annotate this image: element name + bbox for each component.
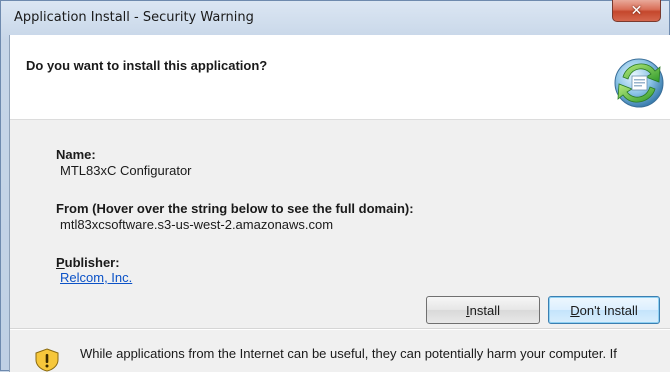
security-warning-text: While applications from the Internet can… (80, 346, 617, 361)
dont-install-button[interactable]: Don't Install (548, 296, 660, 324)
close-button[interactable]: ✕ (612, 0, 661, 22)
application-install-icon (614, 58, 664, 108)
close-icon: ✕ (630, 2, 643, 19)
warning-shield-icon (35, 348, 59, 372)
window-title: Application Install - Security Warning (14, 10, 254, 25)
name-label: Name: (56, 147, 96, 162)
security-warning-dialog: Application Install - Security Warning ✕… (0, 0, 670, 372)
install-button[interactable]: Install (426, 296, 540, 324)
name-value: MTL83xC Configurator (60, 163, 192, 178)
install-question: Do you want to install this application? (26, 58, 268, 73)
from-label: From (Hover over the string below to see… (56, 201, 414, 216)
dialog-body: Do you want to install this application? (9, 35, 670, 372)
footer-divider-highlight (10, 329, 670, 330)
publisher-link[interactable]: Relcom, Inc. (60, 270, 132, 285)
header-band: Do you want to install this application? (10, 35, 670, 120)
title-bar[interactable]: Application Install - Security Warning ✕ (1, 0, 669, 35)
from-domain-value[interactable]: mtl83xcsoftware.s3-us-west-2.amazonaws.c… (60, 217, 333, 232)
publisher-label: Publisher: (56, 255, 120, 270)
